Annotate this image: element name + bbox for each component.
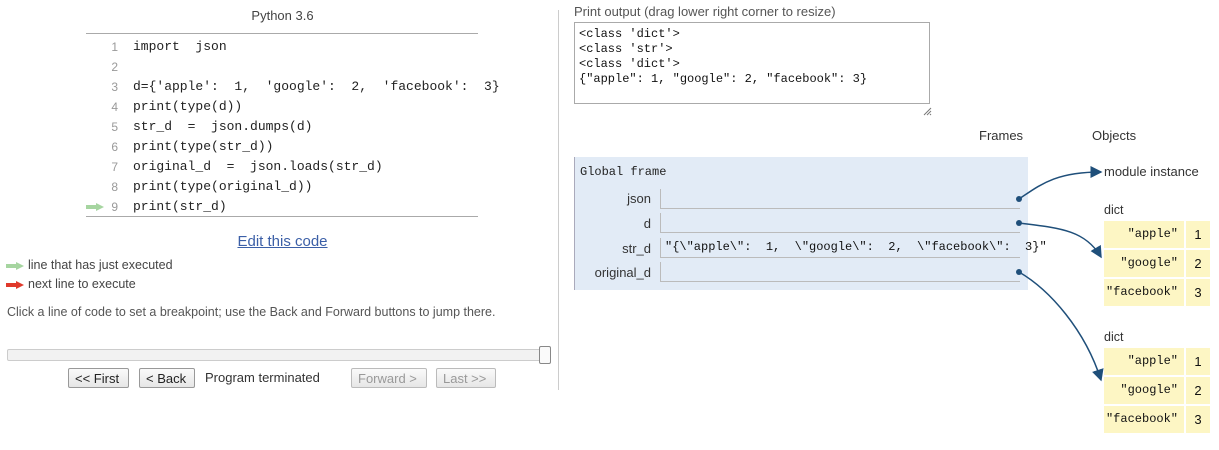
dict-value: 3 xyxy=(1186,406,1210,433)
dict-object: "apple" 1 "google" 2 "facebook" 3 xyxy=(1104,348,1210,435)
dict-key: "facebook" xyxy=(1104,279,1184,306)
last-button[interactable]: Last >> xyxy=(436,368,496,388)
code-line[interactable]: 5 str_d = json.dumps(d) xyxy=(86,117,478,137)
frames-heading: Frames xyxy=(979,128,1024,143)
just-executed-arrow-icon xyxy=(6,261,24,270)
module-instance-label: module instance xyxy=(1104,164,1199,179)
code-text: print(type(original_d)) xyxy=(133,179,313,194)
line-number: 8 xyxy=(111,180,118,194)
code-text: import json xyxy=(133,39,227,54)
legend-just-executed-label: line that has just executed xyxy=(28,258,173,272)
line-number: 7 xyxy=(111,160,118,174)
dict-object: "apple" 1 "google" 2 "facebook" 3 xyxy=(1104,221,1210,308)
pointer-dot-icon xyxy=(1016,220,1022,226)
code-line[interactable]: 1 import json xyxy=(86,37,478,57)
line-number: 1 xyxy=(111,40,118,54)
pointer-arrow-json xyxy=(1018,166,1103,200)
output-line: <class 'str'> xyxy=(579,42,673,56)
dict-label: dict xyxy=(1104,203,1124,217)
dict-value: 1 xyxy=(1186,221,1210,248)
code-line[interactable]: 3 d={'apple': 1, 'google': 2, 'facebook'… xyxy=(86,77,499,97)
dict-value: 3 xyxy=(1186,279,1210,306)
legend-just-executed: line that has just executed xyxy=(6,258,173,272)
code-line-current[interactable]: 9 print(str_d) xyxy=(86,197,478,217)
dict-key: "apple" xyxy=(1104,348,1184,375)
code-text: original_d = json.loads(str_d) xyxy=(133,159,383,174)
step-slider-handle[interactable] xyxy=(539,346,551,364)
dict-value: 2 xyxy=(1186,377,1210,404)
var-value-str-d: "{\"apple\": 1, \"google\": 2, \"faceboo… xyxy=(660,238,1047,258)
dict-row: "facebook" 3 xyxy=(1104,279,1210,308)
dict-key: "apple" xyxy=(1104,221,1184,248)
dict-row: "apple" 1 xyxy=(1104,348,1210,377)
dict-row: "apple" 1 xyxy=(1104,221,1210,250)
code-text: d={'apple': 1, 'google': 2, 'facebook': … xyxy=(133,79,500,94)
help-text: Click a line of code to set a breakpoint… xyxy=(7,305,496,319)
code-text: print(type(str_d)) xyxy=(133,139,274,154)
var-value-json xyxy=(660,189,1020,209)
code-text: print(type(d)) xyxy=(133,99,243,114)
code-line[interactable]: 4 print(type(d)) xyxy=(86,97,478,117)
var-value-str-d-text: "{\"apple\": 1, \"google\": 2, \"faceboo… xyxy=(665,240,1047,254)
code-line[interactable]: 2 xyxy=(86,57,478,77)
dict-key: "google" xyxy=(1104,250,1184,277)
code-text: str_d = json.dumps(d) xyxy=(133,119,313,134)
frame-title: Global frame xyxy=(580,165,667,179)
objects-heading: Objects xyxy=(1092,128,1137,143)
forward-button[interactable]: Forward > xyxy=(351,368,427,388)
pointer-dot-icon xyxy=(1016,269,1022,275)
code-top-divider xyxy=(86,33,478,34)
pointer-arrow-original-d xyxy=(1018,271,1104,382)
dict-value: 1 xyxy=(1186,348,1210,375)
dict-row: "google" 2 xyxy=(1104,377,1210,406)
var-name-str-d: str_d xyxy=(622,241,651,256)
line-number: 4 xyxy=(111,100,118,114)
line-number: 2 xyxy=(111,60,118,74)
output-line: {"apple": 1, "google": 2, "facebook": 3} xyxy=(579,72,868,86)
next-line-arrow-icon xyxy=(6,280,24,289)
dict-value: 2 xyxy=(1186,250,1210,277)
var-name-d: d xyxy=(643,216,651,231)
code-bottom-divider xyxy=(86,216,478,217)
code-line[interactable]: 8 print(type(original_d)) xyxy=(86,177,478,197)
code-line[interactable]: 7 original_d = json.loads(str_d) xyxy=(86,157,478,177)
line-number: 5 xyxy=(111,120,118,134)
edit-code-link[interactable]: Edit this code xyxy=(0,233,565,250)
line-number: 6 xyxy=(111,140,118,154)
step-slider[interactable] xyxy=(7,349,547,361)
pointer-dot-icon xyxy=(1016,196,1022,202)
column-divider xyxy=(558,10,559,390)
print-output-box[interactable]: <class 'dict'> <class 'str'> <class 'dic… xyxy=(574,22,930,104)
line-number: 3 xyxy=(111,80,118,94)
var-value-original-d xyxy=(660,262,1020,282)
var-value-d xyxy=(660,213,1020,233)
dict-label: dict xyxy=(1104,330,1124,344)
output-line: <class 'dict'> xyxy=(579,57,680,71)
dict-key: "google" xyxy=(1104,377,1184,404)
dict-row: "google" 2 xyxy=(1104,250,1210,279)
language-label: Python 3.6 xyxy=(251,8,314,23)
line-number: 9 xyxy=(111,200,118,214)
legend-next-line: next line to execute xyxy=(6,277,136,291)
code-text: print(str_d) xyxy=(133,199,227,214)
var-name-json: json xyxy=(627,191,651,206)
first-button[interactable]: << First xyxy=(68,368,129,388)
program-status: Program terminated xyxy=(205,370,320,385)
legend-next-line-label: next line to execute xyxy=(28,277,136,291)
back-button[interactable]: < Back xyxy=(139,368,195,388)
print-output-label: Print output (drag lower right corner to… xyxy=(574,4,836,19)
resize-handle-icon[interactable] xyxy=(922,106,932,116)
var-name-original-d: original_d xyxy=(594,265,651,280)
output-line: <class 'dict'> xyxy=(579,27,680,41)
dict-key: "facebook" xyxy=(1104,406,1184,433)
dict-row: "facebook" 3 xyxy=(1104,406,1210,435)
code-line[interactable]: 6 print(type(str_d)) xyxy=(86,137,478,157)
